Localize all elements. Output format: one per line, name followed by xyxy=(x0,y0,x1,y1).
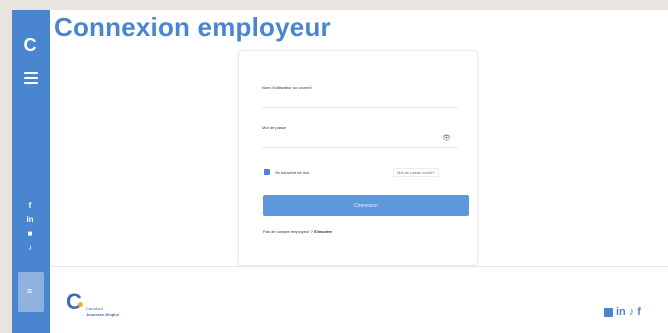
instagram-icon[interactable]: ■ xyxy=(25,230,35,238)
linkedin-icon[interactable]: in xyxy=(25,216,35,224)
email-label: Nom d'utilisateur ou courriel xyxy=(262,85,312,90)
signup-link[interactable]: S'inscrire xyxy=(314,229,332,234)
footer-logo-line2: Jeunesse-Emploi xyxy=(86,312,119,317)
sidebar-logo[interactable]: C xyxy=(21,36,39,54)
app-frame: C f in ■ ♪ ≡ Connexion employeur Nom d'u… xyxy=(12,10,668,333)
footer-divider xyxy=(50,266,668,267)
signup-prompt-text: Pas de compte employeur ? xyxy=(263,229,313,234)
show-password-icon[interactable]: 👁 xyxy=(442,135,451,143)
footer-logo-line1: Carrefour xyxy=(86,306,103,311)
forgot-password-link[interactable]: Mot de passe oublié? xyxy=(393,168,440,177)
sidebar-active-item[interactable]: ≡ xyxy=(18,272,44,312)
login-card: Nom d'utilisateur ou courriel Mot de pas… xyxy=(238,50,478,266)
tiktok-icon[interactable]: ♪ xyxy=(25,244,35,252)
footer-social-links: in ♪ f xyxy=(604,306,641,318)
tiktok-icon[interactable]: ♪ xyxy=(629,306,635,318)
sidebar: C f in ■ ♪ ≡ xyxy=(12,10,50,333)
remember-me-label: Se souvenir de moi xyxy=(275,170,310,175)
facebook-icon[interactable]: f xyxy=(25,202,35,210)
hamburger-menu-icon[interactable] xyxy=(24,72,38,84)
signup-prompt: Pas de compte employeur ? S'inscrire xyxy=(263,229,332,234)
facebook-icon[interactable]: f xyxy=(637,306,641,318)
footer-logo-mark: C xyxy=(66,289,82,314)
password-field[interactable] xyxy=(262,135,458,148)
footer-logo-dot xyxy=(78,302,83,307)
password-label: Mot de passe xyxy=(262,125,287,130)
page-title: Connexion employeur xyxy=(54,12,331,42)
footer-logo[interactable]: C Carrefour Jeunesse-Emploi xyxy=(66,289,136,332)
login-button[interactable]: Connexion xyxy=(263,195,469,216)
email-field[interactable] xyxy=(262,95,458,108)
linkedin-icon[interactable]: in xyxy=(616,306,626,318)
sidebar-active-icon: ≡ xyxy=(27,286,33,296)
remember-me-checkbox[interactable] xyxy=(264,169,270,175)
instagram-icon[interactable] xyxy=(604,307,613,317)
